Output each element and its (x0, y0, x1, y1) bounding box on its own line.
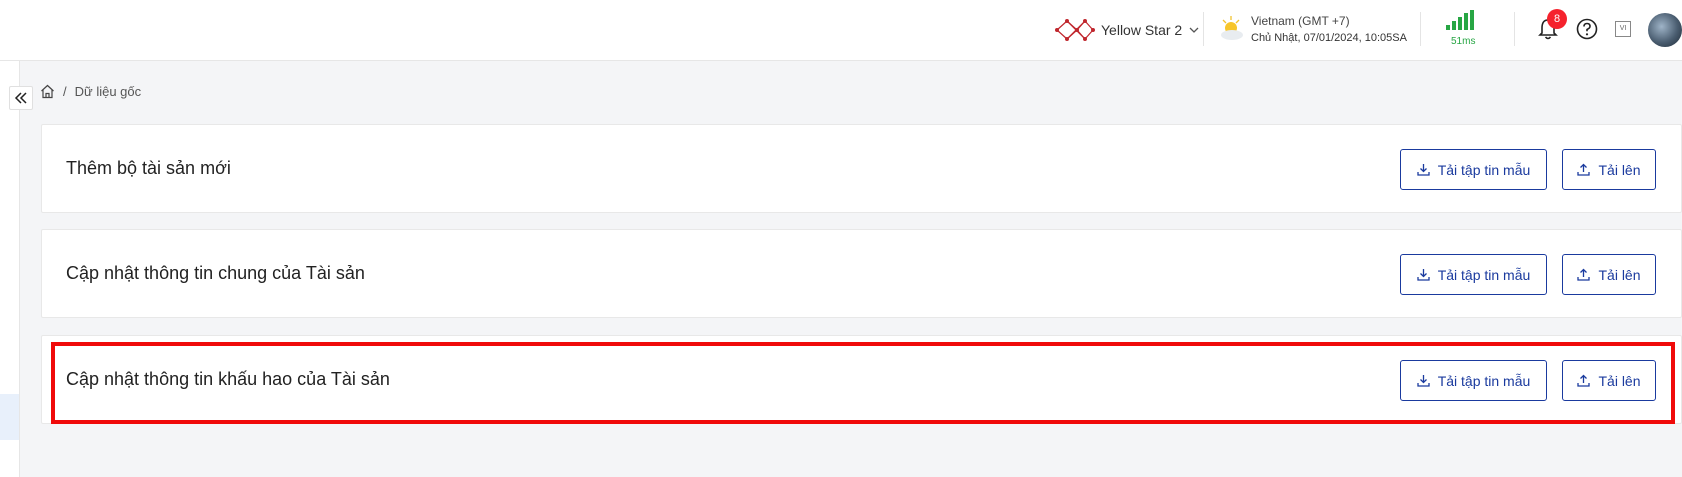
chevron-down-icon (1189, 27, 1199, 33)
upload-label: Tải lên (1598, 266, 1641, 283)
download-icon (1417, 164, 1430, 176)
notification-count-badge: 8 (1547, 9, 1567, 29)
import-card-depreciation-info: Cập nhật thông tin khấu hao của Tài sản … (41, 335, 1682, 424)
download-template-button[interactable]: Tải tập tin mẫu (1400, 254, 1547, 295)
download-template-label: Tải tập tin mẫu (1437, 372, 1531, 389)
breadcrumb: / Dữ liệu gốc (40, 84, 141, 99)
upload-icon (1577, 268, 1591, 281)
upload-button[interactable]: Tải lên (1562, 360, 1656, 401)
download-icon (1417, 269, 1430, 281)
header-divider (1514, 12, 1515, 46)
upload-button[interactable]: Tải lên (1562, 254, 1656, 295)
upload-icon (1577, 163, 1591, 176)
language-switcher[interactable]: VI (1615, 21, 1631, 37)
import-card-general-info: Cập nhật thông tin chung của Tài sản Tải… (41, 229, 1682, 318)
weather-sunny-cloud-icon (1221, 16, 1243, 40)
download-template-label: Tải tập tin mẫu (1437, 161, 1531, 178)
download-icon (1417, 375, 1430, 387)
upload-label: Tải lên (1598, 372, 1641, 389)
download-template-label: Tải tập tin mẫu (1437, 266, 1531, 283)
header-divider (1420, 12, 1421, 46)
organization-selector[interactable]: Yellow Star 2 (1055, 16, 1200, 44)
card-title: Cập nhật thông tin chung của Tài sản (66, 263, 365, 283)
card-title: Cập nhật thông tin khấu hao của Tài sản (66, 369, 390, 389)
double-chevron-left-icon (14, 92, 27, 104)
download-template-button[interactable]: Tải tập tin mẫu (1400, 149, 1547, 190)
top-header: Yellow Star 2 Vietnam (GMT +7) Chủ Nhật,… (0, 0, 1682, 61)
signal-strength-icon (1446, 10, 1474, 30)
download-template-button[interactable]: Tải tập tin mẫu (1400, 360, 1547, 401)
home-icon[interactable] (40, 84, 55, 99)
sidebar-active-item[interactable] (0, 394, 19, 440)
organization-name: Yellow Star 2 (1101, 22, 1183, 38)
header-divider (1203, 12, 1204, 46)
help-question-icon[interactable] (1576, 18, 1598, 40)
sidebar-collapsed (0, 61, 20, 477)
user-avatar[interactable] (1648, 13, 1682, 47)
upload-button[interactable]: Tải lên (1562, 149, 1656, 190)
datetime-label: Chủ Nhật, 07/01/2024, 10:05SA (1251, 32, 1407, 44)
sidebar-collapse-button[interactable] (9, 86, 33, 110)
card-title: Thêm bộ tài sản mới (66, 158, 231, 178)
ping-latency: 51ms (1451, 36, 1476, 47)
upload-label: Tải lên (1598, 161, 1641, 178)
import-card-new-assets: Thêm bộ tài sản mới Tải tập tin mẫu Tải … (41, 124, 1682, 213)
breadcrumb-current: Dữ liệu gốc (74, 84, 142, 99)
upload-icon (1577, 374, 1591, 387)
timezone-label: Vietnam (GMT +7) (1251, 14, 1350, 28)
organization-logo-icon (1055, 19, 1095, 41)
breadcrumb-separator: / (63, 84, 67, 99)
